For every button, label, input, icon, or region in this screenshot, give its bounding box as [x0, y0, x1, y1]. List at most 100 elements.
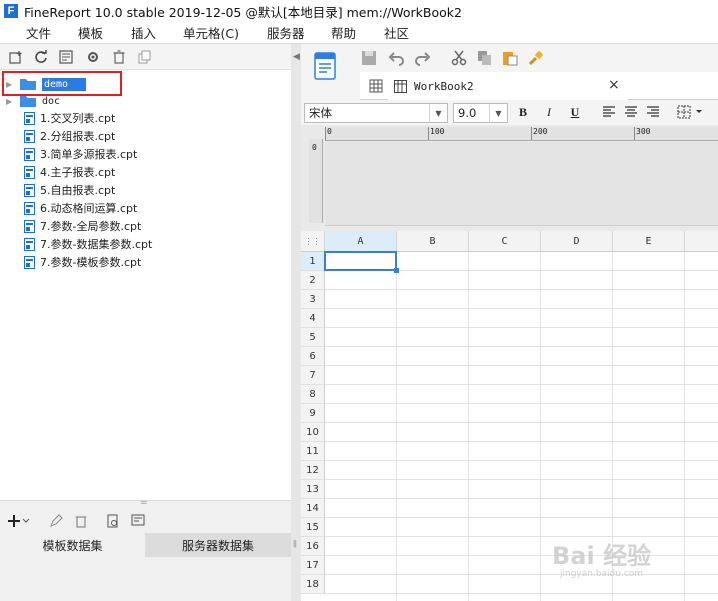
paste-icon[interactable] [502, 50, 518, 66]
add-icon[interactable] [6, 513, 22, 529]
edit-icon[interactable] [48, 513, 64, 529]
grid-view-icon[interactable] [368, 78, 384, 94]
tree-file-item[interactable]: 7.参数-数据集参数.cpt [24, 235, 152, 253]
column-header[interactable]: B [397, 231, 469, 252]
tree-file-item[interactable]: 5.自由报表.cpt [24, 181, 115, 199]
open-icon[interactable] [58, 49, 74, 65]
chevron-down-icon[interactable]: ▼ [489, 104, 507, 122]
row-header[interactable]: 3 [301, 290, 325, 309]
horizontal-ruler: 0 100 200 300 [325, 127, 718, 141]
dataset-settings-icon[interactable] [130, 513, 146, 529]
align-right-icon[interactable] [645, 104, 661, 120]
bold-button[interactable]: B [514, 103, 532, 121]
selected-cell-a1[interactable] [324, 251, 397, 271]
copy-icon[interactable] [137, 49, 153, 65]
panel-divider-handle[interactable]: = [140, 498, 148, 508]
tab-workbook2[interactable]: WorkBook2 [388, 72, 628, 100]
row-gridline [325, 593, 718, 594]
ruler-tick [531, 127, 532, 140]
save-icon[interactable] [361, 50, 377, 66]
row-header[interactable]: 15 [301, 518, 325, 537]
collapse-left-icon[interactable]: ◀ [293, 52, 300, 62]
splitter-grip-icon[interactable]: ǁ [293, 539, 297, 548]
menu-cell[interactable]: 单元格(C) [181, 23, 241, 42]
row-header[interactable]: 11 [301, 442, 325, 461]
row-header[interactable]: 14 [301, 499, 325, 518]
row-header[interactable]: 6 [301, 347, 325, 366]
row-header[interactable]: 8 [301, 385, 325, 404]
format-painter-icon[interactable] [528, 50, 544, 66]
expand-arrow-icon[interactable]: ▶ [6, 97, 14, 106]
row-header[interactable]: 12 [301, 461, 325, 480]
border-icon[interactable] [676, 104, 692, 120]
undo-icon[interactable] [388, 50, 404, 66]
tree-file-label: 5.自由报表.cpt [40, 184, 116, 197]
column-header[interactable]: C [469, 231, 541, 252]
tree-file-item[interactable]: 7.参数-模板参数.cpt [24, 253, 141, 271]
pane-splitter[interactable]: ◀ ǁ [291, 44, 301, 601]
menu-insert[interactable]: 插入 [129, 23, 158, 42]
cut-icon[interactable] [451, 50, 467, 66]
tree-file-item[interactable]: 4.主子报表.cpt [24, 163, 115, 181]
settings-icon[interactable] [85, 49, 101, 65]
ruler-mark: 200 [533, 127, 548, 136]
tree-file-item[interactable]: 3.简单多源报表.cpt [24, 145, 137, 163]
row-header[interactable]: 16 [301, 537, 325, 556]
underline-button[interactable]: U [566, 103, 584, 121]
row-header[interactable]: 9 [301, 404, 325, 423]
report-file-icon [24, 183, 35, 197]
template-icon[interactable] [313, 52, 337, 82]
row-header[interactable]: 10 [301, 423, 325, 442]
copy-icon[interactable] [477, 50, 493, 66]
column-header[interactable]: D [541, 231, 613, 252]
tree-file-label: 7.参数-模板参数.cpt [40, 256, 142, 269]
preview-icon[interactable] [105, 513, 121, 529]
ruler-tick [325, 127, 326, 140]
menu-community[interactable]: 社区 [382, 23, 411, 42]
row-header[interactable]: 1 [301, 252, 325, 271]
row-header[interactable]: 18 [301, 575, 325, 594]
row-header[interactable]: 2 [301, 271, 325, 290]
tab-server-dataset[interactable]: 服务器数据集 [145, 533, 291, 557]
redo-icon[interactable] [415, 50, 431, 66]
delete-icon[interactable] [73, 513, 89, 529]
fill-handle[interactable] [394, 268, 399, 273]
ruler-mark: 0 [327, 127, 332, 136]
delete-icon[interactable] [111, 49, 127, 65]
row-header[interactable]: 7 [301, 366, 325, 385]
font-family-select[interactable]: 宋体 ▼ [304, 103, 448, 123]
workbook-icon [392, 78, 408, 94]
tab-template-dataset[interactable]: 模板数据集 [0, 533, 145, 557]
chevron-down-icon[interactable]: ▼ [429, 104, 447, 122]
font-size-select[interactable]: 9.0 ▼ [453, 103, 508, 123]
row-header[interactable]: 13 [301, 480, 325, 499]
menu-file[interactable]: 文件 [24, 23, 53, 42]
menu-server[interactable]: 服务器 [265, 23, 307, 42]
menu-help[interactable]: 帮助 [329, 23, 358, 42]
tree-file-item[interactable]: 2.分组报表.cpt [24, 127, 115, 145]
report-file-icon [24, 219, 35, 233]
new-template-icon[interactable] [8, 49, 24, 65]
row-header[interactable]: 4 [301, 309, 325, 328]
select-all-corner[interactable]: ⋮⋮ [301, 231, 325, 252]
report-file-icon [24, 129, 35, 143]
italic-button[interactable]: I [540, 103, 558, 121]
align-center-icon[interactable] [623, 104, 639, 120]
tree-file-item[interactable]: 7.参数-全局参数.cpt [24, 217, 141, 235]
chevron-down-icon[interactable] [22, 513, 30, 529]
tree-file-label: 7.参数-全局参数.cpt [40, 220, 142, 233]
refresh-icon[interactable] [33, 49, 49, 65]
tree-file-item[interactable]: 6.动态格间运算.cpt [24, 199, 137, 217]
column-header[interactable]: E [613, 231, 685, 252]
tree-file-item[interactable]: 1.交叉列表.cpt [24, 109, 115, 127]
chevron-down-icon[interactable] [694, 104, 704, 120]
row-header[interactable]: 5 [301, 328, 325, 347]
column-header[interactable]: F [685, 231, 718, 252]
close-tab-icon[interactable]: × [608, 77, 620, 93]
spreadsheet-grid[interactable]: ⋮⋮ ABCDEF 123456789101112131415161718 [301, 231, 718, 601]
align-left-icon[interactable] [601, 104, 617, 120]
column-header[interactable]: A [325, 231, 397, 252]
menu-template[interactable]: 模板 [76, 23, 105, 42]
row-gridline [325, 365, 718, 366]
row-header[interactable]: 17 [301, 556, 325, 575]
